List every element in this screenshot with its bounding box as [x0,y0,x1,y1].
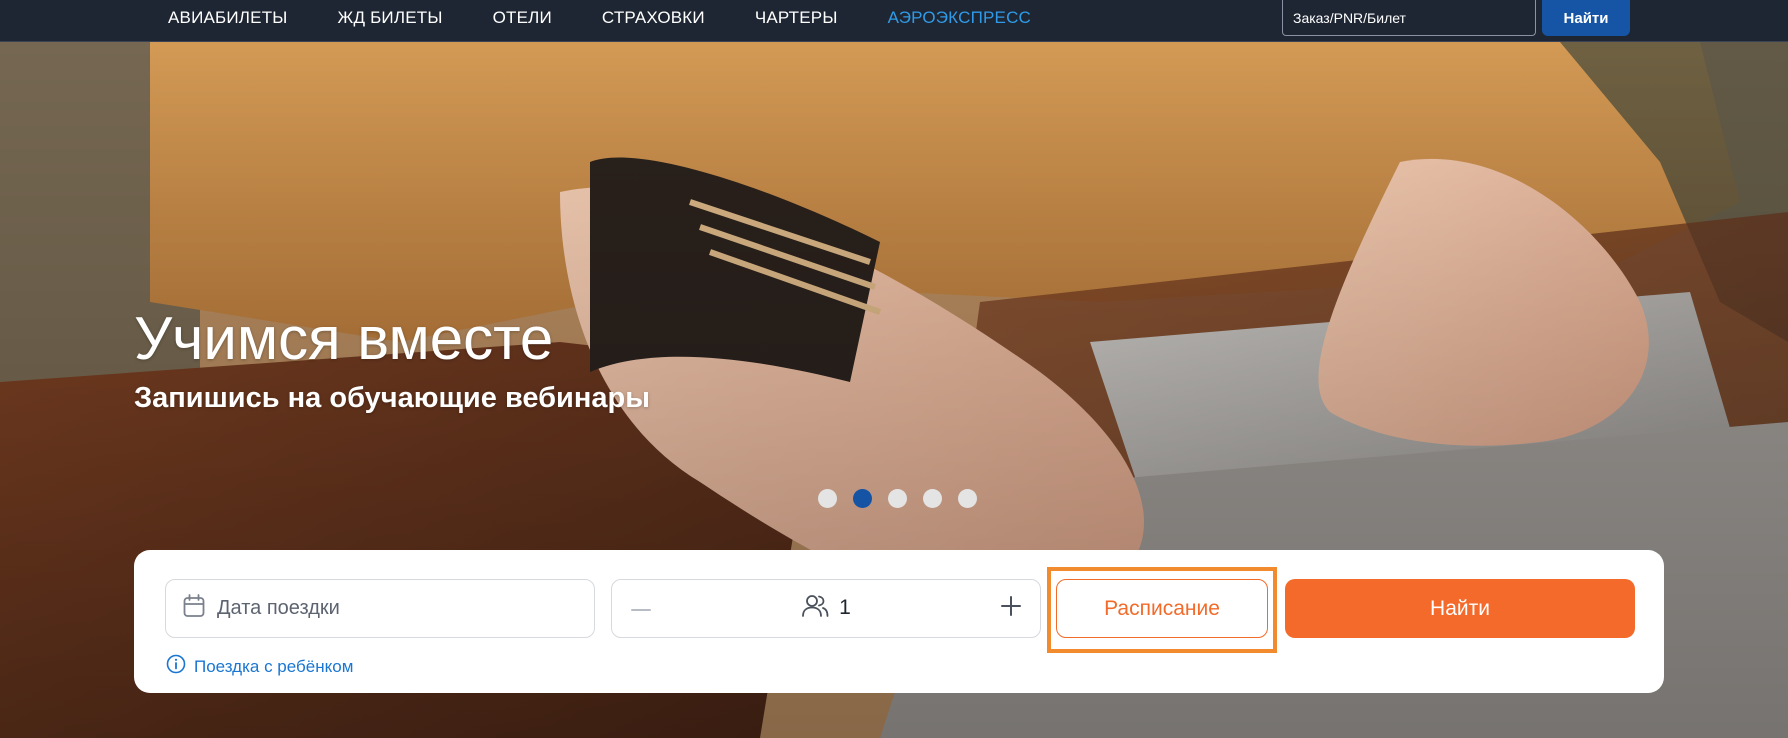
trip-date-field[interactable]: Дата поездки [165,579,595,638]
nav-item-avia[interactable]: АВИАБИЛЕТЫ [168,8,288,28]
users-icon [801,594,829,623]
schedule-button[interactable]: Расписание [1056,579,1268,638]
carousel-dot-4[interactable] [923,489,942,508]
passengers-count: 1 [839,596,851,619]
passengers-decrement-button[interactable] [612,580,670,636]
plus-icon [1001,595,1021,621]
passengers-stepper: 1 [611,579,1041,638]
nav-item-hotels[interactable]: ОТЕЛИ [493,8,552,28]
search-panel: Дата поездки 1 Расписание Найти Поездка … [134,550,1664,693]
nav-item-rail[interactable]: ЖД БИЛЕТЫ [338,8,443,28]
carousel-dots [818,489,993,508]
nav-item-insurance[interactable]: СТРАХОВКИ [602,8,705,28]
hero-subtitle: Запишись на обучающие вебинары [134,382,650,414]
order-search-button[interactable]: Найти [1542,0,1630,36]
calendar-icon [183,594,205,623]
child-trip-label: Поездка с ребёнком [194,656,354,676]
carousel-dot-2[interactable] [853,489,872,508]
child-trip-link[interactable]: Поездка с ребёнком [166,654,353,679]
hero-title: Учимся вместе [134,305,554,372]
carousel-dot-1[interactable] [818,489,837,508]
carousel-dot-3[interactable] [888,489,907,508]
info-icon [166,654,186,679]
top-navigation-bar: АВИАБИЛЕТЫ ЖД БИЛЕТЫ ОТЕЛИ СТРАХОВКИ ЧАР… [0,0,1788,42]
nav-item-aeroexpress[interactable]: АЭРОЭКСПРЕСС [888,8,1031,28]
passengers-increment-button[interactable] [982,580,1040,636]
search-button[interactable]: Найти [1285,579,1635,638]
trip-date-placeholder: Дата поездки [217,597,340,619]
main-nav: АВИАБИЛЕТЫ ЖД БИЛЕТЫ ОТЕЛИ СТРАХОВКИ ЧАР… [168,0,1081,36]
carousel-dot-5[interactable] [958,489,977,508]
order-search-input[interactable] [1282,0,1536,36]
passengers-display: 1 [612,580,1040,636]
hero-banner: Учимся вместе Запишись на обучающие веби… [0,42,1788,738]
minus-icon [631,599,651,617]
nav-item-charters[interactable]: ЧАРТЕРЫ [755,8,838,28]
